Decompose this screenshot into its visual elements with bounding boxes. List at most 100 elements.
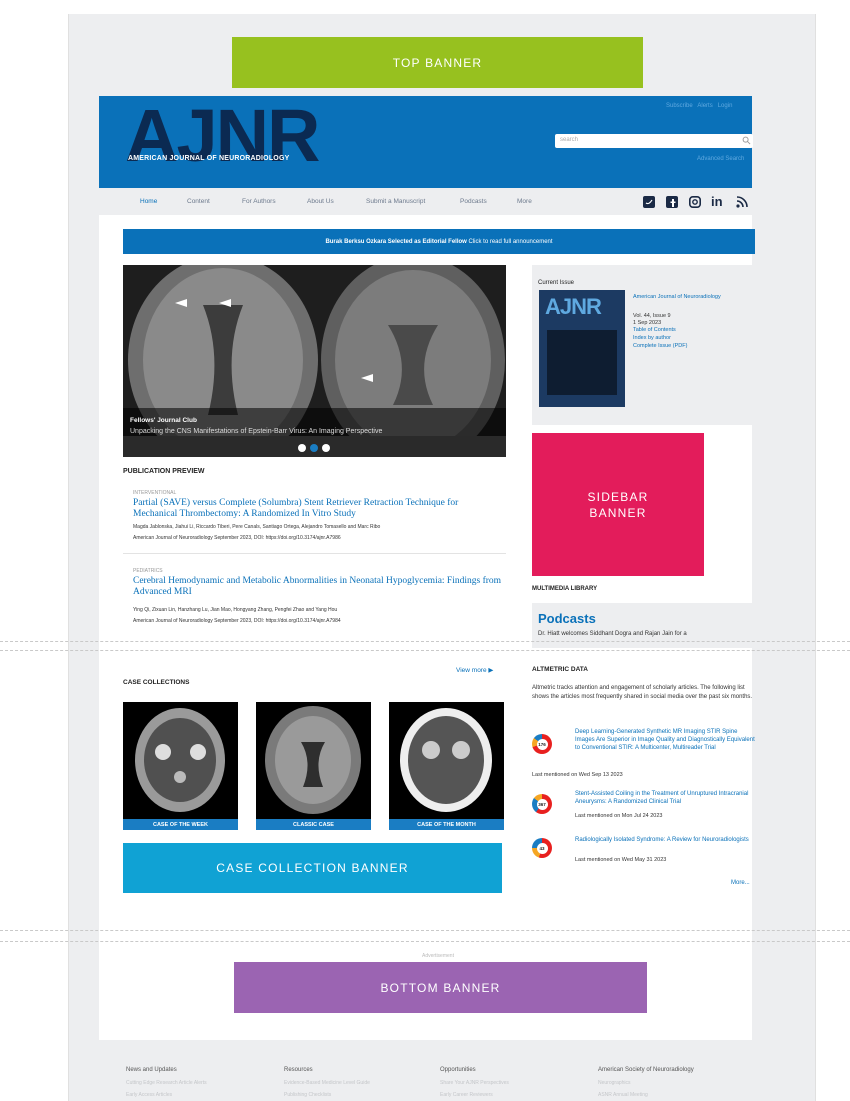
podcast-text: Dr. Hiatt welcomes Siddhant Dogra and Ra… [538,631,687,637]
nav-podcasts[interactable]: Podcasts [460,198,487,205]
fold-line [0,641,850,642]
announcement-bar[interactable]: Burak Berksu Ozkara Selected as Editoria… [123,229,755,254]
advanced-search-link[interactable]: Advanced Search [697,156,744,162]
nav-home[interactable]: Home [140,198,157,205]
footer-link[interactable]: Early Access Articles [126,1092,172,1098]
carousel-dot-2[interactable] [310,444,318,452]
footer-link[interactable]: Cutting Edge Research Article Alerts [126,1080,207,1086]
classic-case-label: CLASSIC CASE [256,819,371,830]
footer-link[interactable]: Publishing Checklists [284,1092,331,1098]
nav-submit-manuscript[interactable]: Submit a Manuscript [366,198,425,205]
publication-preview-heading: PUBLICATION PREVIEW [123,468,205,475]
logo-subtitle: AMERICAN JOURNAL OF NEURORADIOLOGY [128,155,290,162]
footer-heading: News and Updates [126,1067,177,1073]
bottom-banner[interactable]: BOTTOM BANNER [234,962,647,1013]
article-divider [123,553,506,554]
sidebar-banner-label: SIDEBAR BANNER [587,489,649,520]
facebook-icon[interactable] [666,196,678,208]
altmetric-badge[interactable]: 367 [532,794,552,814]
altmetric-article-title[interactable]: Stent-Assisted Coiling in the Treatment … [575,790,755,806]
podcasts-title[interactable]: Podcasts [538,611,596,626]
case-of-the-week-card[interactable]: CASE OF THE WEEK [123,702,238,830]
index-by-author-link[interactable]: Index by author [633,335,671,342]
alerts-link[interactable]: Alerts [697,103,712,109]
footer-link[interactable]: Evidence-Based Medicine Level Guide [284,1080,370,1086]
fold-line [0,930,850,931]
case-collection-banner-label: CASE COLLECTION BANNER [216,861,409,875]
table-of-contents-link[interactable]: Table of Contents [633,327,676,334]
advertisement-label: Advertisement [422,953,454,959]
carousel-caption-title[interactable]: Fellows' Journal Club [130,417,197,424]
footer-link[interactable]: Neurographics [598,1080,631,1086]
article-category: PEDIATRICS [133,568,163,574]
announcement-bold: Burak Berksu Ozkara Selected as Editoria… [325,238,467,245]
classic-case-card[interactable]: CLASSIC CASE [256,702,371,830]
fold-line [0,650,850,651]
case-of-the-week-label: CASE OF THE WEEK [123,819,238,830]
nav-about-us[interactable]: About Us [307,198,334,205]
rss-icon[interactable] [736,196,748,208]
announcement-link[interactable]: Click to read full announcement [469,239,553,245]
article-citation: American Journal of Neuroradiology Septe… [133,535,341,541]
altmetric-score: 43 [536,842,548,854]
altmetric-article-title[interactable]: Radiologically Isolated Syndrome: A Revi… [575,836,755,844]
altmetric-article-title[interactable]: Deep Learning-Generated Synthetic MR Ima… [575,728,755,752]
article-title[interactable]: Cerebral Hemodynamic and Metabolic Abnor… [133,576,503,598]
fold-line [0,941,850,942]
carousel-caption-subtitle[interactable]: Unpacking the CNS Manifestations of Epst… [130,428,382,435]
footer-heading: Opportunities [440,1067,476,1073]
current-issue-heading: Current Issue [538,280,575,286]
twitter-icon[interactable] [643,196,655,208]
complete-issue-pdf-link[interactable]: Complete Issue (PDF) [633,343,687,350]
multimedia-heading: MULTIMEDIA LIBRARY [532,586,598,592]
view-more-label: View more [456,667,487,674]
case-collection-banner[interactable]: CASE COLLECTION BANNER [123,843,502,893]
nav-more[interactable]: More [517,198,532,205]
altmetric-last-mentioned: Last mentioned on Mon Jul 24 2023 [575,813,663,819]
arrow-circle-icon: ▶ [488,667,494,674]
footer-heading: American Society of Neuroradiology [598,1067,694,1073]
carousel-dot-1[interactable] [298,444,306,452]
nav-content[interactable]: Content [187,198,210,205]
footer-heading: Resources [284,1067,313,1073]
bottom-banner-label: BOTTOM BANNER [380,980,501,995]
altmetric-more-link[interactable]: More... [731,880,750,886]
issue-journal-name[interactable]: American Journal of Neuroradiology [633,294,743,301]
altmetric-badge[interactable]: 43 [532,838,552,858]
sidebar-banner[interactable]: SIDEBAR BANNER [532,433,704,576]
altmetric-badge[interactable]: 176 [532,734,552,754]
issue-volume: Vol. 44, Issue 9 [633,313,671,319]
instagram-icon[interactable] [689,196,701,208]
altmetric-last-mentioned: Last mentioned on Wed Sep 13 2023 [532,772,623,778]
article-category: INTERVENTIONAL [133,490,177,496]
ct-scan-image [389,702,504,819]
footer-link[interactable]: Share Your AJNR Perspectives [440,1080,509,1086]
issue-cover[interactable]: AJNR [539,290,625,407]
search-input[interactable] [555,134,753,148]
cover-image [547,330,617,395]
footer-link[interactable]: ASNR Annual Meeting [598,1092,648,1098]
linkedin-icon[interactable]: in [711,194,723,209]
top-banner[interactable]: TOP BANNER [232,37,643,88]
mri-scan-image [256,702,371,819]
altmetric-heading: ALTMETRIC DATA [532,666,588,673]
case-of-the-month-label: CASE OF THE MONTH [389,819,504,830]
altmetric-score: 367 [536,798,548,810]
case-collections-heading: CASE COLLECTIONS [123,679,190,686]
altmetric-last-mentioned: Last mentioned on Wed May 31 2023 [575,857,667,863]
article-authors: Ying Qi, Zixuan Lin, Hanzhang Lu, Jian M… [133,607,338,613]
login-link[interactable]: Login [718,103,733,109]
issue-date: 1 Sep 2023 [633,320,662,326]
article-title[interactable]: Partial (SAVE) versus Complete (Solumbra… [133,498,503,520]
nav-for-authors[interactable]: For Authors [242,198,276,205]
carousel-dot-3[interactable] [322,444,330,452]
footer-link[interactable]: Early Career Reviewers [440,1092,493,1098]
search-placeholder: search [560,137,579,143]
article-citation: American Journal of Neuroradiology Septe… [133,618,341,624]
utility-links: Subscribe Alerts Login [666,103,732,109]
search-icon[interactable] [742,136,751,145]
case-of-the-month-card[interactable]: CASE OF THE MONTH [389,702,504,830]
ct-scan-image [123,702,238,819]
subscribe-link[interactable]: Subscribe [666,103,693,109]
view-more-link[interactable]: View more ▶ [456,666,493,674]
